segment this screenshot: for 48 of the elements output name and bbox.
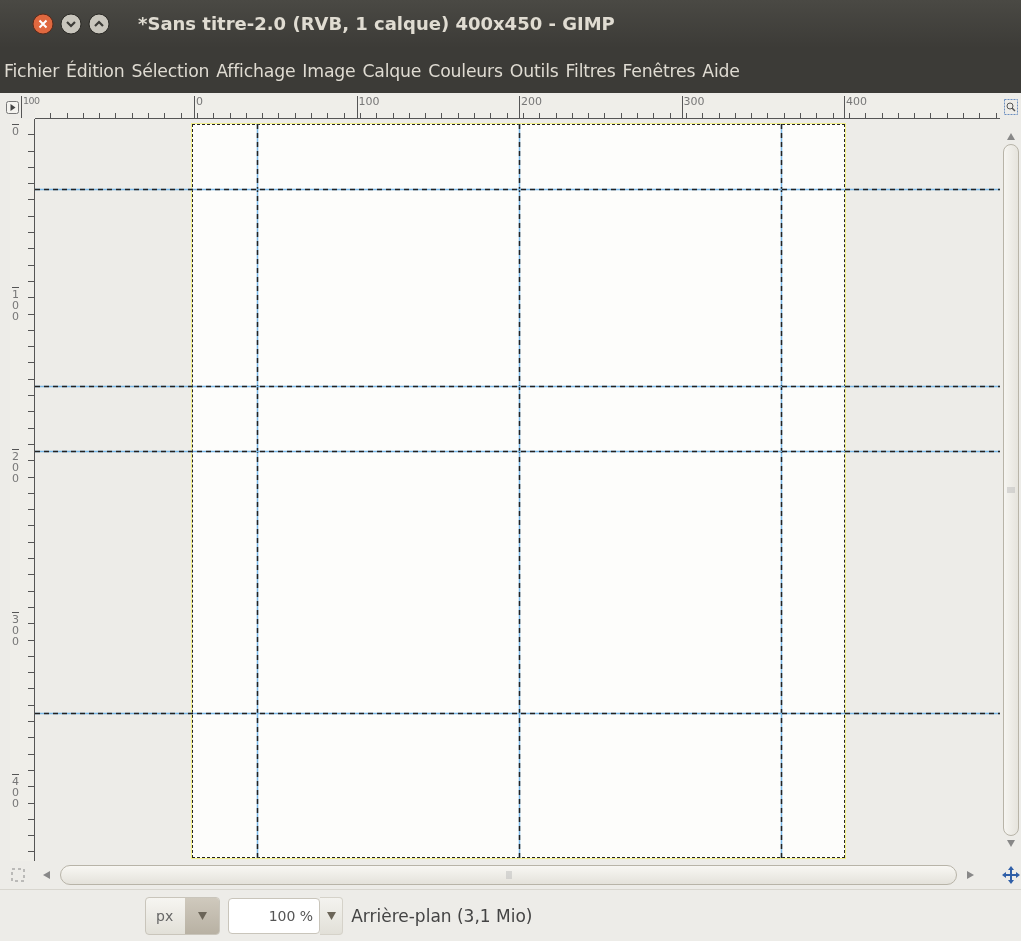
- ruler-label: 300: [12, 611, 19, 647]
- menu-item[interactable]: Aide: [702, 60, 740, 81]
- ruler-label: 200: [12, 449, 19, 485]
- ruler-label: 0: [194, 96, 203, 119]
- scroll-left-icon[interactable]: [43, 871, 50, 880]
- menu-item[interactable]: Outils: [509, 60, 559, 81]
- scroll-right-icon[interactable]: [967, 871, 974, 880]
- horizontal-scrollbar[interactable]: [60, 865, 957, 886]
- menu-item[interactable]: Édition: [66, 60, 125, 81]
- ruler-label: 100: [21, 96, 40, 119]
- ruler-label: 300: [681, 96, 705, 119]
- ruler-label: 100: [356, 96, 380, 119]
- ruler-label: 200: [519, 96, 542, 119]
- menu-item[interactable]: Filtres: [565, 60, 616, 81]
- navigate-icon[interactable]: [1001, 866, 1020, 885]
- guide-line[interactable]: [780, 123, 783, 860]
- zoom-field[interactable]: 100 %: [228, 897, 321, 934]
- close-icon[interactable]: [32, 12, 54, 35]
- ruler-label: 400: [844, 96, 867, 119]
- grip-icon[interactable]: [504, 871, 513, 880]
- window-title: *Sans titre-2.0 (RVB, 1 calque) 400x450 - GIMP: [138, 13, 615, 35]
- ruler-label: 0: [12, 124, 19, 138]
- dropdown-arrow-icon[interactable]: [326, 911, 336, 920]
- menu-item[interactable]: Sélection: [131, 60, 210, 81]
- layer-info: Arrière-plan (3,1 Mio): [351, 905, 533, 926]
- guide-line[interactable]: [518, 123, 521, 860]
- zoom-icon[interactable]: [1003, 99, 1018, 116]
- ruler-label: 100: [12, 286, 19, 322]
- menu-item[interactable]: Fenêtres: [622, 60, 696, 81]
- grip-icon[interactable]: [1006, 486, 1015, 495]
- menu-item[interactable]: Calque: [362, 60, 422, 81]
- guide-line[interactable]: [256, 123, 259, 860]
- menu-item[interactable]: Couleurs: [428, 60, 503, 81]
- ruler-label: 400: [12, 774, 19, 810]
- maximize-icon[interactable]: [88, 12, 110, 35]
- guide-line[interactable]: [35, 386, 1000, 388]
- menu-item[interactable]: Fichier: [4, 60, 60, 81]
- scroll-down-icon[interactable]: [1006, 840, 1015, 848]
- guide-line[interactable]: [35, 451, 1000, 453]
- guide-line[interactable]: [35, 713, 1000, 715]
- scroll-up-icon[interactable]: [1006, 133, 1015, 141]
- guide-line[interactable]: [35, 189, 1000, 191]
- vertical-scrollbar[interactable]: [1002, 144, 1019, 837]
- dropdown-arrow-icon: [197, 911, 207, 920]
- menu-item[interactable]: Affichage: [216, 60, 296, 81]
- minimize-icon[interactable]: [60, 12, 82, 35]
- unit-selector[interactable]: px: [145, 896, 221, 935]
- menu-item[interactable]: Image: [302, 60, 356, 81]
